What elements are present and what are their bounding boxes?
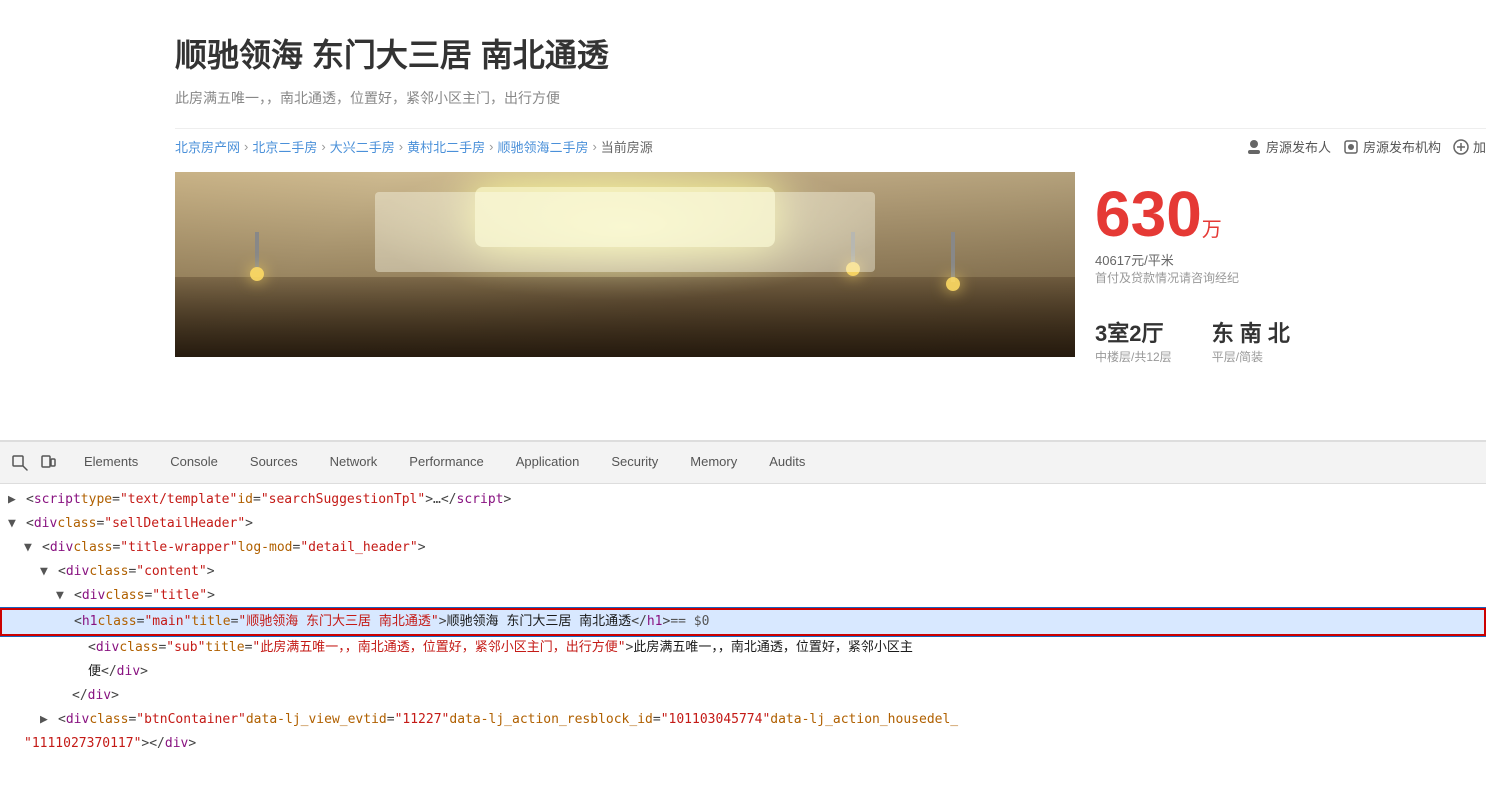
- breadcrumb-item-2[interactable]: 北京二手房: [252, 137, 317, 156]
- expand-arrow-3[interactable]: ▼: [24, 538, 40, 558]
- tab-memory[interactable]: Memory: [674, 444, 753, 481]
- inspect-icon[interactable]: [8, 451, 32, 475]
- code-line-sub-div: <div class="sub" title="此房满五唯一，，南北通透，位置好…: [0, 636, 1486, 660]
- breadcrumb-sep-4: ›: [489, 139, 493, 154]
- price-value: 630: [1095, 182, 1202, 246]
- breadcrumb-sep-2: ›: [321, 139, 325, 154]
- tab-console[interactable]: Console: [154, 444, 234, 481]
- breadcrumb-sep-5: ›: [592, 139, 596, 154]
- image-price-row: 630 万 40617元/平米 首付及贷款情况请咨询经纪 3室2厅 中楼层/共1…: [175, 172, 1486, 375]
- listing-title: 顺驰领海 东门大三居 南北通透: [175, 30, 1486, 76]
- breadcrumb-item-4[interactable]: 黄村北二手房: [407, 137, 485, 156]
- right-action-icons: 房源发布人 房源发布机构 加: [1246, 137, 1486, 156]
- price-display: 630 万: [1095, 182, 1290, 246]
- expand-arrow-4[interactable]: ▼: [40, 562, 56, 582]
- room-info: 3室2厅 中楼层/共12层: [1095, 316, 1172, 365]
- page-content-area: 顺驰领海 东门大三居 南北通透 此房满五唯一，，南北通透，位置好，紧邻小区主门，…: [0, 0, 1486, 440]
- code-line-3: ▼ <div class="title-wrapper" log-mod="de…: [0, 536, 1486, 560]
- code-line-1: ▶ <script type="text/template" id="searc…: [0, 488, 1486, 512]
- add-icon: 加: [1453, 137, 1486, 156]
- tab-audits[interactable]: Audits: [753, 444, 821, 481]
- website-preview: 顺驰领海 东门大三居 南北通透 此房满五唯一，，南北通透，位置好，紧邻小区主门，…: [0, 0, 1486, 440]
- org-icon: 房源发布机构: [1343, 137, 1441, 156]
- expand-arrow-2[interactable]: ▼: [8, 514, 24, 534]
- device-icon[interactable]: [36, 451, 60, 475]
- code-line-close-title: </div>: [0, 684, 1486, 708]
- tab-sources[interactable]: Sources: [234, 444, 314, 481]
- breadcrumb-sep-1: ›: [244, 139, 248, 154]
- breadcrumb-item-1[interactable]: 北京房产网: [175, 137, 240, 156]
- expand-arrow-btn[interactable]: ▶: [40, 710, 56, 730]
- devtools-tabs-bar: Elements Console Sources Network Perform…: [0, 442, 1486, 484]
- devtools-icon-buttons: [8, 451, 60, 475]
- house-image: [175, 172, 1075, 357]
- devtools-code-view: ▶ <script type="text/template" id="searc…: [0, 484, 1486, 790]
- expand-arrow-5[interactable]: ▼: [56, 586, 72, 606]
- tab-performance[interactable]: Performance: [393, 444, 499, 481]
- tab-application[interactable]: Application: [500, 444, 596, 481]
- breadcrumb-item-5[interactable]: 顺驰领海二手房: [497, 137, 588, 156]
- direction-info: 东 南 北 平层/简装: [1212, 316, 1290, 365]
- house-info: 3室2厅 中楼层/共12层 东 南 北 平层/简装: [1095, 316, 1290, 365]
- expand-arrow-1[interactable]: ▶: [8, 490, 24, 510]
- code-line-sub-cont: 便</div>: [0, 660, 1486, 684]
- price-unit: 万: [1202, 213, 1222, 242]
- tab-security[interactable]: Security: [595, 444, 674, 481]
- price-per-sqm: 40617元/平米: [1095, 250, 1290, 269]
- price-note: 首付及贷款情况请咨询经纪: [1095, 269, 1290, 286]
- tab-elements[interactable]: Elements: [68, 444, 154, 481]
- code-line-2: ▼ <div class="sellDetailHeader" >: [0, 512, 1486, 536]
- code-line-5: ▼ <div class="title" >: [0, 584, 1486, 608]
- code-line-4: ▼ <div class="content" >: [0, 560, 1486, 584]
- breadcrumb-sep-3: ›: [399, 139, 403, 154]
- breadcrumb-item-3[interactable]: 大兴二手房: [330, 137, 395, 156]
- publisher-icon: 房源发布人: [1246, 137, 1331, 156]
- breadcrumb-current: 当前房源: [601, 137, 653, 156]
- breadcrumb: 北京房产网 › 北京二手房 › 大兴二手房 › 黄村北二手房 › 顺驰领海二手房…: [175, 128, 1486, 156]
- code-line-btncontainer: ▶ <div class="btnContainer" data-lj_view…: [0, 708, 1486, 732]
- listing-subtitle: 此房满五唯一，，南北通透，位置好，紧邻小区主门，出行方便: [175, 88, 1486, 108]
- code-line-btncontainer-cont: "1111027370117" ></div>: [0, 732, 1486, 756]
- devtools-panel: Elements Console Sources Network Perform…: [0, 440, 1486, 790]
- code-line-h1-selected[interactable]: <h1 class="main" title="顺驰领海 东门大三居 南北通透"…: [0, 608, 1486, 636]
- tab-network[interactable]: Network: [314, 444, 394, 481]
- price-section: 630 万 40617元/平米 首付及贷款情况请咨询经纪 3室2厅 中楼层/共1…: [1075, 172, 1310, 375]
